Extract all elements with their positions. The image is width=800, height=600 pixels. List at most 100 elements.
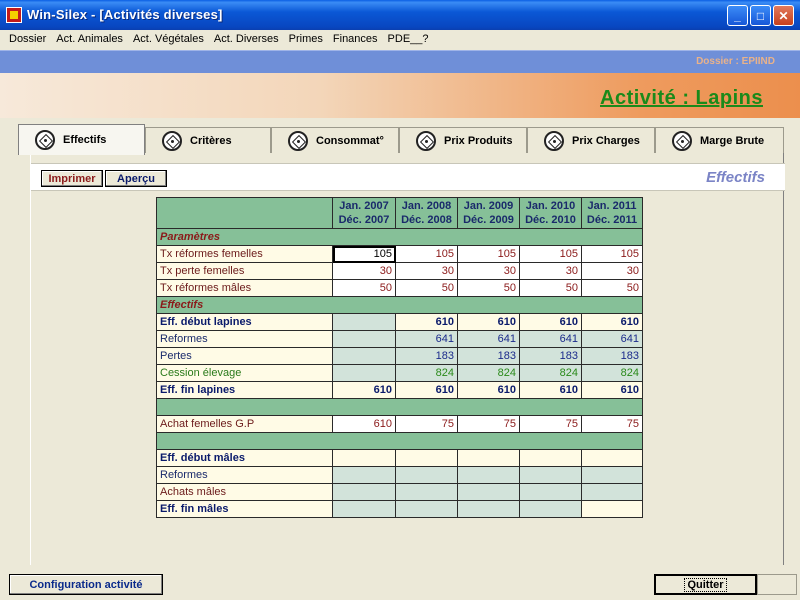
configuration-button[interactable]: Configuration activité [9, 574, 163, 595]
corner-cell [156, 197, 333, 229]
grid-cell[interactable]: 50 [581, 279, 643, 297]
menu-act-animales[interactable]: Act. Animales [51, 30, 128, 50]
menu-finances[interactable]: Finances [328, 30, 383, 50]
grid-cell: 183 [581, 347, 643, 365]
grid-cell[interactable]: 75 [395, 415, 458, 433]
grid-cell[interactable]: 105 [581, 245, 643, 263]
grid-cell [332, 449, 396, 467]
tab-effectifs[interactable]: Effectifs [18, 124, 145, 155]
row-label: Achat femelles G.P [156, 415, 333, 433]
row-label: Eff. début mâles [156, 449, 333, 467]
grid-cell [581, 500, 643, 518]
grid-cell[interactable]: 610 [332, 415, 396, 433]
quit-label: Quitter [684, 577, 727, 592]
grid-cell: 610 [581, 381, 643, 399]
grid-cell: 610 [457, 313, 520, 331]
spacer-cell [156, 398, 643, 416]
grid-cell [581, 449, 643, 467]
grid-cell[interactable]: 30 [457, 262, 520, 280]
grid-cell: 641 [519, 330, 582, 348]
tab-criteres[interactable]: Critères [145, 127, 271, 154]
grid-cell: 641 [457, 330, 520, 348]
table-row: Eff. début lapines 610 610 610 610 [156, 313, 643, 331]
menu-act-diverses[interactable]: Act. Diverses [209, 30, 284, 50]
section-parametres: Paramètres [156, 228, 643, 246]
grid-cell: 610 [395, 381, 458, 399]
grid-cell[interactable]: 50 [332, 279, 396, 297]
print-button[interactable]: Imprimer [41, 170, 103, 187]
minimize-button[interactable]: _ [727, 5, 748, 26]
tab-label: Consommat° [316, 135, 384, 147]
dossier-label: Dossier : EPIIND [696, 56, 775, 67]
column-header: Jan. 2010 Déc. 2010 [519, 197, 582, 229]
menu-act-vegetales[interactable]: Act. Végétales [128, 30, 209, 50]
grid-cell [395, 466, 458, 484]
tab-prix-charges[interactable]: Prix Charges [527, 127, 655, 154]
tab-prix-produits[interactable]: Prix Produits [399, 127, 527, 154]
compass-icon [288, 131, 308, 151]
footer: Configuration activité Quitter [0, 572, 800, 600]
column-header: Jan. 2009 Déc. 2009 [457, 197, 520, 229]
grid-cell[interactable]: 105 [395, 245, 458, 263]
grid-cell [519, 466, 582, 484]
tab-label: Effectifs [63, 134, 107, 146]
activity-banner: Activité : Lapins [0, 73, 800, 118]
grid-cell[interactable]: 50 [457, 279, 520, 297]
grid-cell[interactable]: 50 [395, 279, 458, 297]
grid-cell: 183 [457, 347, 520, 365]
grid-cell[interactable]: 75 [519, 415, 582, 433]
spacer-cell [156, 432, 643, 450]
row-label: Eff. fin lapines [156, 381, 333, 399]
title-bar: Win-Silex - [Activités diverses] _ □ ✕ [0, 0, 800, 30]
grid-cell: 641 [395, 330, 458, 348]
close-button[interactable]: ✕ [773, 5, 794, 26]
menu-primes[interactable]: Primes [284, 30, 328, 50]
grid-cell: 641 [581, 330, 643, 348]
menu-bar: Dossier Act. Animales Act. Végétales Act… [0, 30, 800, 50]
tab-consommation[interactable]: Consommat° [271, 127, 399, 154]
tab-marge-brute[interactable]: Marge Brute [655, 127, 784, 154]
row-label: Tx réformes femelles [156, 245, 333, 263]
table-row: Achats mâles [156, 483, 643, 501]
grid-cell[interactable]: 30 [395, 262, 458, 280]
quit-button[interactable]: Quitter [654, 574, 757, 595]
grid-cell[interactable]: 75 [457, 415, 520, 433]
grid-cell [457, 466, 520, 484]
spacer-row [156, 432, 643, 450]
grid-cell[interactable]: 30 [519, 262, 582, 280]
preview-button[interactable]: Aperçu [105, 170, 167, 187]
maximize-button[interactable]: □ [750, 5, 771, 26]
tab-label: Prix Produits [444, 135, 513, 147]
grid-cell[interactable]: 105 [519, 245, 582, 263]
window-title: Win-Silex - [Activités diverses] [27, 7, 223, 22]
grid-cell [581, 466, 643, 484]
row-label: Tx perte femelles [156, 262, 333, 280]
grid-cell[interactable]: 105 [332, 245, 396, 263]
grid-cell[interactable]: 30 [581, 262, 643, 280]
grid-cell [332, 466, 396, 484]
menu-dossier[interactable]: Dossier [4, 30, 51, 50]
grid-cell[interactable]: 30 [332, 262, 396, 280]
grid-cell [519, 483, 582, 501]
grid-cell [332, 483, 396, 501]
compass-icon [162, 131, 182, 151]
row-label: Eff. début lapines [156, 313, 333, 331]
row-label: Achats mâles [156, 483, 333, 501]
grid-cell [457, 449, 520, 467]
section-effectifs: Effectifs [156, 296, 643, 314]
grid-cell[interactable]: 75 [581, 415, 643, 433]
table-row: Tx réformes femelles 105 105 105 105 105 [156, 245, 643, 263]
grid-cell: 610 [519, 313, 582, 331]
grid-cell [332, 330, 396, 348]
column-header: Jan. 2008 Déc. 2008 [395, 197, 458, 229]
app-icon[interactable] [6, 7, 22, 23]
grid-cell[interactable]: 50 [519, 279, 582, 297]
grid-cell[interactable]: 105 [457, 245, 520, 263]
grid-cell [332, 500, 396, 518]
table-row: Pertes 183 183 183 183 [156, 347, 643, 365]
section-title: Effectifs [706, 169, 765, 186]
row-label: Reformes [156, 330, 333, 348]
row-label: Eff. fin mâles [156, 500, 333, 518]
grid-cell: 610 [519, 381, 582, 399]
menu-pde-help[interactable]: PDE__? [383, 30, 434, 50]
